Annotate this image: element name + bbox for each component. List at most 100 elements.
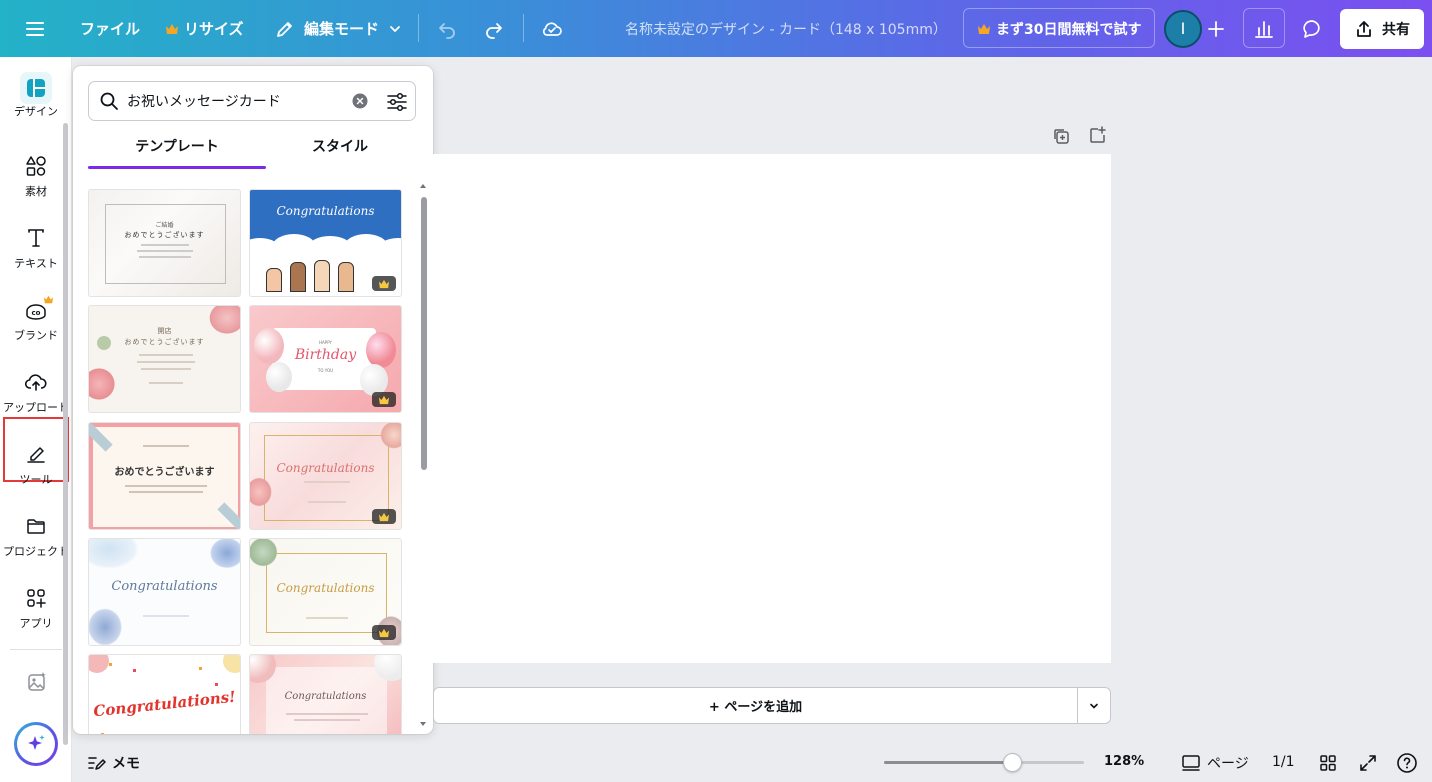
template-text: HAPPY: [319, 340, 332, 345]
fullscreen-icon[interactable]: [1358, 753, 1378, 773]
template-text: Congratulations: [111, 579, 218, 594]
undo-button[interactable]: [436, 0, 458, 57]
pages-label: ページ: [1207, 756, 1249, 772]
comments-button[interactable]: [1301, 0, 1323, 57]
undo-icon: [439, 22, 455, 39]
resize-button[interactable]: リサイズ: [165, 0, 244, 57]
template-card[interactable]: おめでとうございます: [88, 422, 241, 530]
zoom-slider-thumb[interactable]: [1003, 753, 1022, 772]
duplicate-page-icon[interactable]: [1051, 126, 1071, 146]
template-text: おめでとうございます: [124, 231, 205, 239]
crown-icon: [166, 23, 178, 34]
panel-scrollbar-thumb[interactable]: [421, 197, 427, 470]
rail-label: プロジェクト: [3, 545, 69, 558]
rail-item-elements[interactable]: 素材: [0, 147, 72, 217]
zoom-slider-fill: [884, 761, 1012, 764]
share-button[interactable]: 共有: [1340, 0, 1424, 57]
rail-item-tools[interactable]: ツール: [0, 435, 72, 505]
template-text: TO YOU: [317, 368, 334, 373]
magic-media-icon[interactable]: [26, 671, 48, 693]
notes-icon: [88, 757, 106, 770]
rail-item-apps[interactable]: アプリ: [0, 579, 72, 649]
premium-badge: [372, 276, 396, 291]
toolbar-divider: [523, 14, 524, 42]
insights-button[interactable]: [1253, 0, 1275, 57]
rail-label: アップロード: [3, 401, 69, 414]
template-card[interactable]: Congratulations: [249, 654, 402, 734]
share-icon: [1357, 20, 1371, 37]
template-text: Congratulations: [284, 691, 367, 702]
folder-icon: [25, 513, 47, 539]
rail-item-brand[interactable]: co ブランド: [0, 291, 72, 361]
template-text: 開店: [157, 327, 172, 335]
sparkle-icon: [28, 735, 45, 750]
design-page[interactable]: [433, 154, 1111, 663]
template-card[interactable]: ご結婚 おめでとうございます: [88, 189, 241, 297]
crown-icon: [44, 295, 53, 304]
template-card[interactable]: HAPPY Birthday TO YOU: [249, 305, 402, 413]
invite-button[interactable]: [1207, 0, 1225, 57]
pages-button[interactable]: ページ: [1181, 753, 1249, 773]
template-card[interactable]: 開店 おめでとうございます: [88, 305, 241, 413]
redo-icon: [486, 22, 502, 39]
svg-text:co: co: [32, 309, 41, 317]
search-input[interactable]: [127, 90, 347, 112]
premium-badge: [372, 509, 396, 524]
add-page-dropdown[interactable]: [1077, 687, 1111, 724]
file-menu[interactable]: ファイル: [80, 0, 140, 57]
rail-label: ブランド: [14, 329, 58, 342]
magic-assistant-button[interactable]: [14, 722, 58, 766]
template-text: おめでとうございます: [114, 467, 215, 478]
crown-icon: [379, 512, 389, 521]
design-icon: [20, 72, 52, 104]
zoom-level[interactable]: 128%: [1104, 754, 1144, 769]
grid-view-icon[interactable]: [1318, 753, 1338, 773]
save-status-button[interactable]: [540, 0, 564, 57]
edit-mode-dropdown[interactable]: 編集モード: [275, 0, 402, 57]
top-bar: ファイル リサイズ 編集モード 名称未設定のデザイン - カード（148 x 1…: [0, 0, 1432, 57]
rail-item-design[interactable]: デザイン: [0, 72, 72, 143]
filter-icon[interactable]: [386, 91, 408, 113]
add-page-icon[interactable]: [1087, 125, 1107, 145]
crown-icon: [379, 628, 389, 637]
templates-panel: テンプレート スタイル ご結婚 おめでとうございます Congratulatio…: [73, 66, 433, 734]
document-title[interactable]: 名称未設定のデザイン - カード（148 x 105mm）: [625, 0, 947, 57]
tab-templates[interactable]: テンプレート: [95, 132, 259, 170]
template-card[interactable]: Congratulations!: [88, 654, 241, 734]
brand-icon: co: [24, 295, 53, 323]
avatar[interactable]: I: [1164, 0, 1202, 57]
scroll-down-icon[interactable]: [419, 720, 427, 728]
avatar-initial: I: [1164, 9, 1202, 48]
template-text: ご結婚: [155, 222, 174, 229]
plus-icon: [1208, 20, 1224, 37]
trial-button[interactable]: まず30日間無料で試す: [977, 0, 1141, 57]
template-card[interactable]: Congratulations: [249, 189, 402, 297]
toolbar-divider: [418, 14, 419, 42]
menu-icon[interactable]: [24, 0, 46, 57]
scroll-up-icon[interactable]: [419, 182, 427, 190]
zoom-slider[interactable]: [884, 761, 1084, 764]
pencil-icon: [277, 21, 292, 37]
tab-styles[interactable]: スタイル: [258, 132, 422, 170]
crown-icon: [379, 395, 389, 404]
rail-item-text[interactable]: テキスト: [0, 219, 72, 289]
rail-item-projects[interactable]: プロジェクト: [0, 507, 72, 577]
rail-scrollbar[interactable]: [63, 123, 68, 745]
template-card[interactable]: Congratulations: [88, 538, 241, 646]
crown-icon: [978, 23, 990, 34]
template-card[interactable]: Congratulations: [249, 422, 402, 530]
redo-button[interactable]: [483, 0, 505, 57]
text-icon: [25, 225, 47, 251]
notes-button[interactable]: メモ: [87, 753, 140, 773]
add-page-button[interactable]: + ページを追加: [433, 687, 1078, 724]
left-rail: デザイン 素材 テキスト co ブランド アップロード ツール プロジェクト ア…: [0, 57, 72, 782]
active-tab-indicator: [88, 166, 266, 169]
resize-label: リサイズ: [184, 20, 244, 38]
search-box: [88, 81, 416, 121]
template-card[interactable]: Congratulations: [249, 538, 402, 646]
help-icon[interactable]: [1396, 752, 1418, 774]
template-text: おめでとうございます: [124, 338, 205, 346]
rail-divider: [10, 649, 62, 650]
template-text: Congratulations: [276, 204, 375, 218]
clear-search-icon[interactable]: [352, 93, 368, 109]
